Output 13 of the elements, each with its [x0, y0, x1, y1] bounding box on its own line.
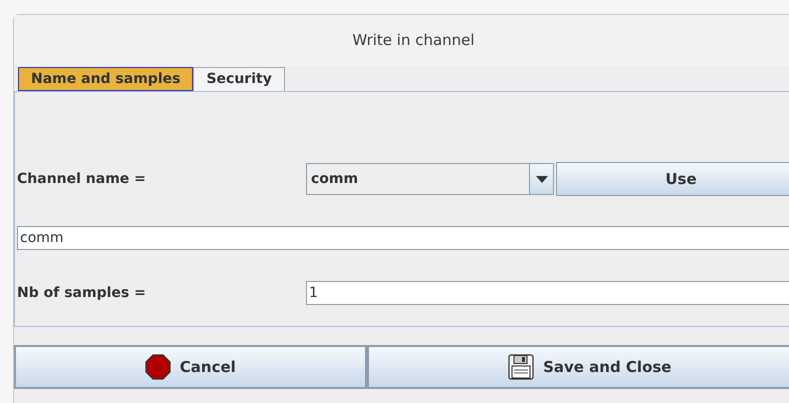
samples-field[interactable]: 1 [306, 281, 789, 305]
channel-name-field[interactable]: comm [17, 226, 789, 250]
cancel-button[interactable]: Cancel [14, 345, 367, 389]
save-button[interactable]: Save and Close [366, 345, 789, 389]
tab[interactable]: Name and samples [18, 67, 194, 91]
use-button[interactable]: Use [556, 162, 789, 196]
field-label: Nb of samples = [17, 284, 147, 302]
stop-icon [144, 354, 171, 380]
field-label: Channel name = [17, 170, 147, 188]
channel-dropdown[interactable]: comm [306, 163, 554, 195]
window-title: Write in channel [352, 30, 475, 52]
caret-icon [536, 176, 548, 182]
tab[interactable]: Security [193, 67, 285, 91]
